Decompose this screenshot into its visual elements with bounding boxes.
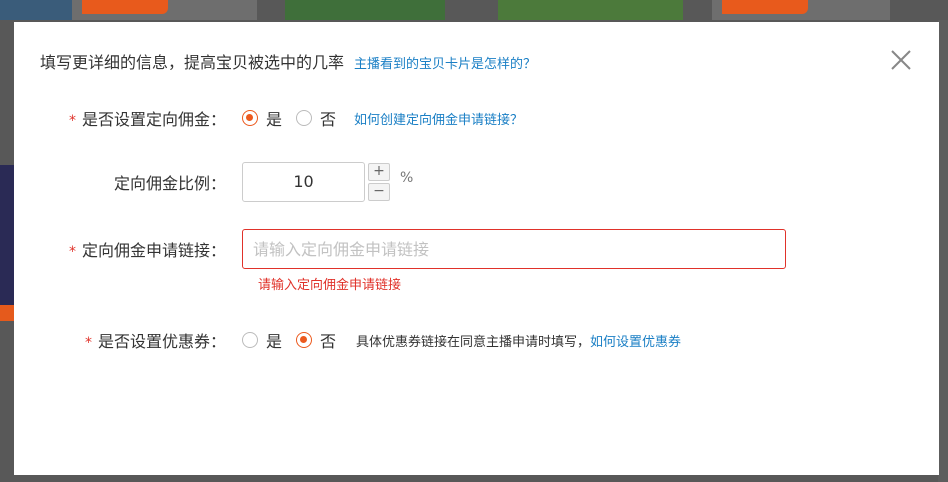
commission-row: * 是否设置定向佣金： 是 否 如何创建定向佣金申请链接？ bbox=[14, 106, 523, 130]
coupon-no-label[interactable]: 否 bbox=[320, 328, 336, 352]
background-price-tag bbox=[82, 0, 168, 14]
decrement-button[interactable]: − bbox=[368, 183, 390, 201]
commission-yes-label[interactable]: 是 bbox=[266, 106, 282, 130]
ratio-label: 定向佣金比例： bbox=[113, 174, 226, 193]
background-card bbox=[285, 0, 445, 20]
ratio-stepper: + − bbox=[368, 163, 390, 201]
background-panel bbox=[0, 165, 14, 310]
close-icon[interactable] bbox=[891, 50, 911, 70]
coupon-no-radio[interactable] bbox=[296, 332, 313, 348]
card-preview-help-link[interactable]: 主播看到的宝贝卡片是怎样的？ bbox=[354, 53, 536, 72]
coupon-yes-radio[interactable] bbox=[242, 332, 258, 348]
coupon-hint: 具体优惠券链接在同意主播申请时填写， bbox=[356, 334, 591, 350]
commission-no-label[interactable]: 否 bbox=[320, 106, 336, 130]
link-row: * 定向佣金申请链接： bbox=[14, 229, 786, 269]
ratio-row: 定向佣金比例： 10 + − % bbox=[14, 162, 413, 202]
modal-header: 填写更详细的信息，提高宝贝被选中的几率 主播看到的宝贝卡片是怎样的？ bbox=[40, 49, 536, 73]
coupon-yes-label[interactable]: 是 bbox=[266, 328, 282, 352]
ratio-input[interactable]: 10 bbox=[242, 162, 365, 202]
commission-link-input[interactable] bbox=[242, 229, 786, 269]
commission-help-link[interactable]: 如何创建定向佣金申请链接？ bbox=[354, 109, 523, 128]
background-card bbox=[0, 0, 72, 20]
link-label-text: 定向佣金申请链接： bbox=[81, 241, 226, 260]
commission-no-radio[interactable] bbox=[296, 110, 313, 126]
commission-label: * 是否设置定向佣金： bbox=[14, 106, 242, 130]
commission-yes-radio[interactable] bbox=[242, 110, 258, 126]
coupon-label-text: 是否设置优惠券： bbox=[97, 332, 226, 351]
increment-button[interactable]: + bbox=[368, 163, 390, 181]
coupon-help-link[interactable]: 如何设置优惠券 bbox=[590, 331, 681, 350]
background-strip bbox=[0, 305, 14, 321]
modal-title: 填写更详细的信息，提高宝贝被选中的几率 bbox=[40, 53, 345, 72]
link-label: * 定向佣金申请链接： bbox=[14, 237, 242, 261]
percent-unit: % bbox=[400, 170, 414, 186]
required-mark: * bbox=[68, 244, 76, 260]
background-card bbox=[498, 0, 683, 20]
coupon-label: * 是否设置优惠券： bbox=[14, 328, 242, 352]
coupon-row: * 是否设置优惠券： 是 否 具体优惠券链接在同意主播申请时填写， 如何设置优惠券 bbox=[14, 328, 681, 352]
required-mark: * bbox=[68, 113, 76, 129]
link-error-message: 请输入定向佣金申请链接 bbox=[258, 278, 402, 293]
background-price-tag bbox=[722, 0, 808, 14]
commission-label-text: 是否设置定向佣金： bbox=[81, 110, 226, 129]
detail-info-modal: 填写更详细的信息，提高宝贝被选中的几率 主播看到的宝贝卡片是怎样的？ * 是否设置… bbox=[14, 22, 939, 475]
background-strip bbox=[938, 20, 948, 482]
required-mark: * bbox=[84, 335, 92, 351]
